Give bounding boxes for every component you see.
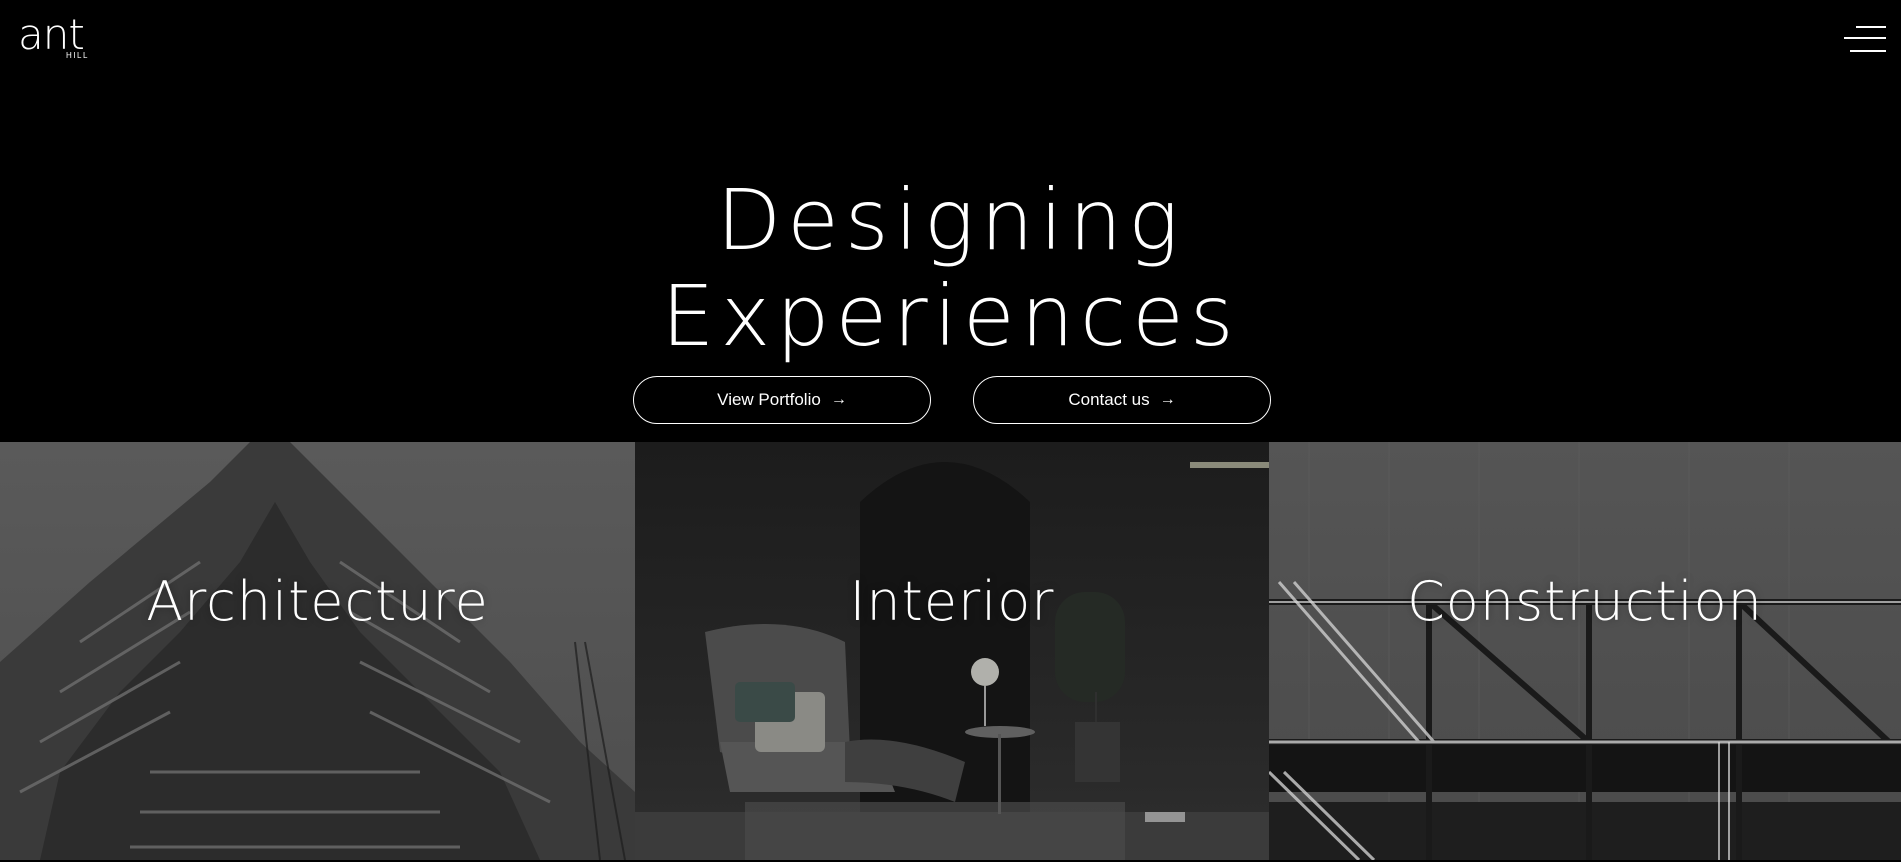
contact-us-label: Contact us: [1068, 390, 1150, 409]
construction-scaffolding-image: [1269, 442, 1901, 860]
contact-us-button[interactable]: Contact us →: [973, 376, 1271, 424]
category-label-interior: Interior: [849, 570, 1055, 633]
category-panel-architecture[interactable]: Architecture: [0, 442, 635, 862]
arrow-right-icon: →: [1159, 391, 1176, 408]
menu-bar: [1850, 50, 1886, 52]
category-label-architecture: Architecture: [146, 570, 489, 633]
arrow-right-icon: →: [830, 391, 847, 408]
page: ant HILL Designing Experiences View Port…: [0, 0, 1901, 862]
logo-subtext: HILL: [66, 51, 89, 60]
category-label-construction: Construction: [1407, 570, 1763, 633]
hero-title-line-2: Experiences: [661, 267, 1240, 365]
hero-title: Designing Experiences: [0, 172, 1901, 364]
category-panel-construction[interactable]: Construction: [1269, 442, 1901, 862]
brand-logo[interactable]: ant HILL: [18, 14, 98, 64]
category-panel-interior[interactable]: Interior: [635, 442, 1269, 862]
hamburger-menu-icon[interactable]: [1844, 24, 1886, 54]
category-panels: Architecture Interior Construction: [0, 442, 1901, 862]
view-portfolio-label: View Portfolio: [717, 390, 821, 409]
interior-room-image: [635, 462, 1269, 860]
menu-bar: [1856, 26, 1886, 28]
logo-mark: ant: [18, 10, 85, 59]
architecture-building-image: [0, 442, 635, 860]
view-portfolio-button[interactable]: View Portfolio →: [633, 376, 931, 424]
menu-bar: [1844, 37, 1886, 39]
hero-title-line-1: Designing: [716, 171, 1185, 269]
